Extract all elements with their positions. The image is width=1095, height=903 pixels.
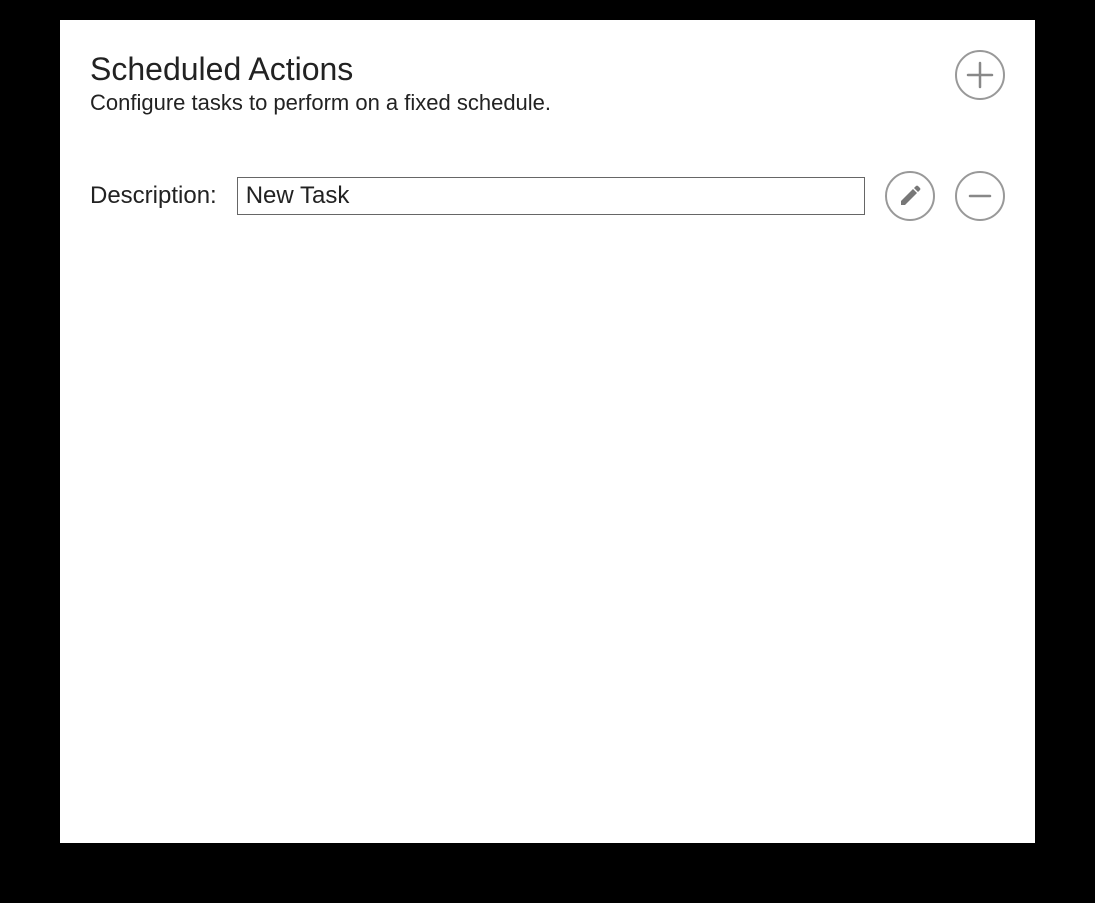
add-task-button[interactable] <box>955 50 1005 100</box>
plus-icon <box>965 60 995 90</box>
description-input[interactable] <box>237 177 865 215</box>
title-block: Scheduled Actions Configure tasks to per… <box>90 50 551 116</box>
edit-task-button[interactable] <box>885 171 935 221</box>
panel-header: Scheduled Actions Configure tasks to per… <box>90 50 1005 116</box>
scheduled-actions-panel: Scheduled Actions Configure tasks to per… <box>60 20 1035 843</box>
pencil-icon <box>897 183 923 209</box>
task-row: Description: <box>90 171 1005 221</box>
description-label: Description: <box>90 182 217 210</box>
page-title: Scheduled Actions <box>90 50 551 88</box>
minus-icon <box>965 181 995 211</box>
remove-task-button[interactable] <box>955 171 1005 221</box>
page-subtitle: Configure tasks to perform on a fixed sc… <box>90 90 551 116</box>
task-row-actions <box>885 171 1005 221</box>
